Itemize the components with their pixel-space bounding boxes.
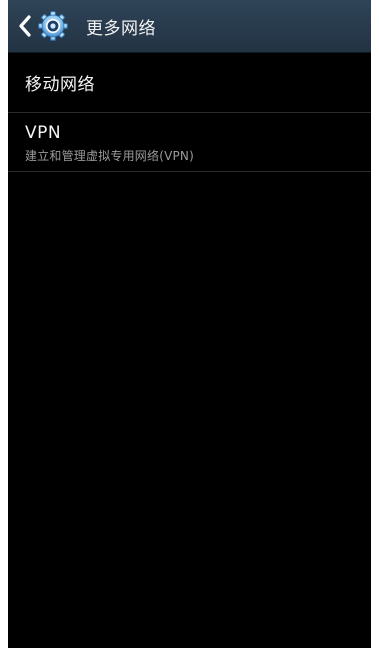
list-item-subtitle: 建立和管理虚拟专用网络(VPN) xyxy=(25,149,194,163)
list-item-vpn[interactable]: VPN 建立和管理虚拟专用网络(VPN) xyxy=(8,113,371,172)
list-item-title: VPN xyxy=(25,123,62,143)
phone-screen: 更多网络 移动网络 VPN 建立和管理虚拟专用网络(VPN) xyxy=(8,0,371,648)
list-item-title: 移动网络 xyxy=(25,75,95,95)
page-title: 更多网络 xyxy=(86,18,156,39)
list-item-mobile-networks[interactable]: 移动网络 xyxy=(8,53,371,113)
up-navigation-button[interactable] xyxy=(8,0,76,52)
chevron-left-icon xyxy=(16,13,34,39)
action-bar: 更多网络 xyxy=(8,0,371,53)
settings-gear-icon xyxy=(36,9,70,43)
settings-list: 移动网络 VPN 建立和管理虚拟专用网络(VPN) xyxy=(8,53,371,172)
